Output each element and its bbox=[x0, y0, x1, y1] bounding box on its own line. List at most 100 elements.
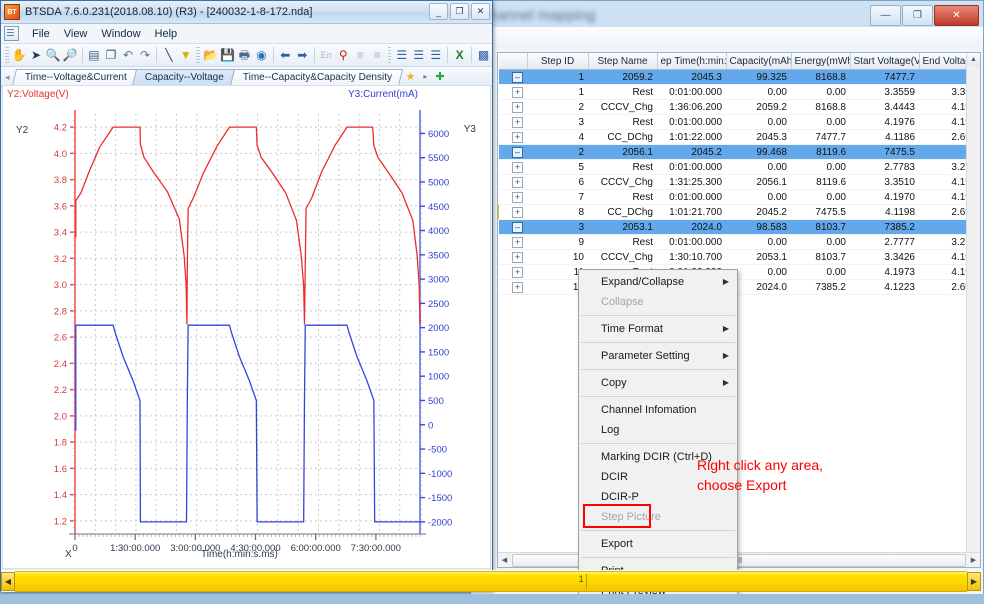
menu-item-parameter-setting[interactable]: Parameter Setting ▶ bbox=[579, 346, 737, 366]
zoom-region-icon[interactable]: 🔍 bbox=[45, 46, 62, 64]
menu-item-expand-collapse[interactable]: Expand/Collapse ▶ bbox=[579, 272, 737, 292]
add-tab-icon[interactable]: ✚ bbox=[430, 69, 447, 86]
toolbar-grip[interactable] bbox=[387, 47, 392, 63]
restore-button[interactable]: ❐ bbox=[450, 3, 469, 20]
expand-toggle[interactable]: + bbox=[498, 99, 527, 115]
plus-icon[interactable]: + bbox=[512, 116, 523, 128]
plus-icon[interactable]: + bbox=[512, 101, 523, 113]
minus-icon[interactable]: – bbox=[512, 146, 523, 158]
grid-horizontal-scrollbar[interactable]: ◀ IIII ▶ bbox=[498, 552, 980, 567]
expand-toggle[interactable]: + bbox=[498, 129, 527, 145]
list-indent-icon[interactable]: ☰ bbox=[410, 46, 427, 64]
english-toggle-icon[interactable]: En bbox=[318, 46, 335, 64]
expand-toggle[interactable]: + bbox=[498, 189, 527, 205]
grid-vertical-scrollbar[interactable]: ▲ bbox=[966, 53, 980, 567]
undo-icon[interactable]: ↶ bbox=[119, 46, 136, 64]
plus-icon[interactable]: + bbox=[512, 131, 523, 143]
column-header-stepid[interactable]: Step ID bbox=[527, 53, 589, 70]
filter-icon[interactable]: ▼ bbox=[177, 46, 194, 64]
expand-toggle[interactable]: + bbox=[498, 234, 527, 250]
expand-toggle[interactable]: + bbox=[498, 174, 527, 190]
column-header-tree[interactable] bbox=[498, 53, 528, 70]
table-row[interactable]: +3Rest0:01:00.0000.000.004.19764.19420.0… bbox=[498, 114, 980, 130]
column-header-stepname[interactable]: Step Name bbox=[588, 53, 658, 70]
line-tool-icon[interactable]: ╲ bbox=[160, 46, 177, 64]
minus-icon[interactable]: – bbox=[512, 71, 523, 83]
table-row[interactable]: +9Rest0:01:00.0000.000.002.77773.27280.0… bbox=[498, 234, 980, 250]
bg-maximize-button[interactable]: ❐ bbox=[902, 5, 933, 26]
expand-toggle[interactable]: + bbox=[498, 159, 527, 175]
column-header-cap[interactable]: Capacity(mAh) bbox=[726, 53, 792, 70]
plus-icon[interactable]: + bbox=[512, 281, 523, 293]
menu-file[interactable]: File bbox=[25, 26, 57, 42]
context-menu[interactable]: Expand/Collapse ▶ Collapse Time Format ▶ Para… bbox=[578, 269, 738, 604]
expand-toggle[interactable]: + bbox=[498, 114, 527, 130]
minimize-button[interactable]: _ bbox=[429, 3, 448, 20]
expand-toggle[interactable]: + bbox=[498, 84, 527, 100]
plus-icon[interactable]: + bbox=[512, 266, 523, 278]
plus-icon[interactable]: + bbox=[512, 236, 523, 248]
toolbar-grip[interactable] bbox=[196, 47, 200, 63]
pan-hand-icon[interactable]: ✋ bbox=[11, 46, 28, 64]
cycle-group-row[interactable]: –3 2053.1 2024.0 98.583 8103.7 7385.2 bbox=[498, 219, 980, 235]
pointer-arrow-icon[interactable]: ➤ bbox=[28, 46, 45, 64]
expand-toggle[interactable]: + bbox=[498, 264, 527, 280]
print-icon[interactable]: 🖶 bbox=[236, 46, 253, 64]
zoom-icon[interactable]: 🔎 bbox=[62, 46, 79, 64]
expand-toggle[interactable]: + bbox=[498, 249, 527, 265]
column-header-energy[interactable]: Energy(mWh) bbox=[791, 53, 851, 70]
table-row[interactable]: +12CC_DChg1:00:43.3002024.07385.24.12232… bbox=[498, 279, 980, 295]
plus-icon[interactable]: + bbox=[512, 161, 523, 173]
plus-icon[interactable]: + bbox=[512, 206, 523, 218]
minus-icon[interactable]: – bbox=[512, 221, 523, 233]
chart-panel[interactable]: Y2:Voltage(V) Y3:Current(mA) Y2 Y3 1.2 1.… bbox=[2, 85, 491, 569]
duplicate-icon[interactable]: ❐ bbox=[102, 46, 119, 64]
plus-icon[interactable]: + bbox=[512, 251, 523, 263]
yellow-scroll-right-arrow-icon[interactable]: ▶ bbox=[967, 571, 981, 591]
expand-toggle[interactable]: + bbox=[498, 279, 527, 295]
excel-export-icon[interactable]: X bbox=[451, 46, 468, 64]
collapse-toggle[interactable]: – bbox=[498, 144, 527, 160]
plus-icon[interactable]: + bbox=[512, 191, 523, 203]
align-right-icon[interactable]: ≡ bbox=[369, 46, 386, 64]
table-row[interactable]: +7Rest0:01:00.0000.000.004.19704.19420.0… bbox=[498, 189, 980, 205]
expand-toggle[interactable]: + bbox=[498, 204, 527, 220]
table-row[interactable]: +1Rest0:01:00.0000.000.003.35593.35560.0… bbox=[498, 84, 980, 100]
menu-window[interactable]: Window bbox=[94, 26, 147, 42]
tab-capacity-voltage[interactable]: Capacity--Voltage bbox=[132, 69, 236, 86]
redo-icon[interactable]: ↷ bbox=[136, 46, 153, 64]
menu-help[interactable]: Help bbox=[148, 26, 185, 42]
tab-next-icon[interactable]: ▸ bbox=[418, 69, 430, 86]
save-icon[interactable]: 💾 bbox=[219, 46, 236, 64]
align-left-icon[interactable]: ≡ bbox=[352, 46, 369, 64]
column-header-time[interactable]: ep Time(h:min:s.n bbox=[657, 53, 727, 70]
collapse-toggle[interactable]: – bbox=[498, 69, 527, 85]
table-row[interactable]: +4CC_DChg1:01:22.0002045.37477.74.11862.… bbox=[498, 129, 980, 145]
table-row[interactable]: +5Rest0:01:00.0000.000.002.77833.27960.0… bbox=[498, 159, 980, 175]
menu-item-export[interactable]: Export bbox=[579, 534, 737, 554]
favorite-star-icon[interactable]: ★ bbox=[400, 69, 418, 86]
cycle-group-row[interactable]: –1 2059.2 2045.3 99.325 8168.8 7477.7 bbox=[498, 69, 980, 85]
yellow-scroll-left-arrow-icon[interactable]: ◀ bbox=[1, 571, 15, 591]
plus-icon[interactable]: + bbox=[512, 176, 523, 188]
close-button[interactable]: ✕ bbox=[471, 3, 490, 20]
menu-view[interactable]: View bbox=[57, 26, 95, 42]
column-header-sv[interactable]: Start Voltage(V) bbox=[850, 53, 920, 70]
table-row[interactable]: +6CCCV_Chg1:31:25.3002056.18119.63.35104… bbox=[498, 174, 980, 190]
toolbar-grip[interactable] bbox=[5, 47, 9, 63]
menu-item-time-format[interactable]: Time Format ▶ bbox=[579, 319, 737, 339]
bg-close-button[interactable]: ✕ bbox=[934, 5, 979, 26]
prev-icon[interactable]: ⬅ bbox=[277, 46, 294, 64]
barcode-icon[interactable]: ▩ bbox=[475, 46, 492, 64]
cycle-group-row[interactable]: –2 2056.1 2045.2 99.468 8119.6 7475.5 bbox=[498, 144, 980, 160]
collapse-toggle[interactable]: – bbox=[498, 219, 527, 235]
list-outdent-icon[interactable]: ☰ bbox=[427, 46, 444, 64]
plus-icon[interactable]: + bbox=[512, 86, 523, 98]
table-view-icon[interactable]: ▤ bbox=[85, 46, 102, 64]
yellow-scroll-track[interactable]: 1 bbox=[15, 570, 967, 592]
menu-item-channel-infomation[interactable]: Channel Infomation bbox=[579, 400, 737, 420]
tab-time-capacity-density[interactable]: Time--Capacity&Capacity Density bbox=[230, 69, 404, 86]
next-icon[interactable]: ➡ bbox=[294, 46, 311, 64]
marker-pin-icon[interactable]: ⚲ bbox=[335, 46, 352, 64]
tab-time-voltage-current[interactable]: Time--Voltage&Current bbox=[11, 69, 138, 86]
